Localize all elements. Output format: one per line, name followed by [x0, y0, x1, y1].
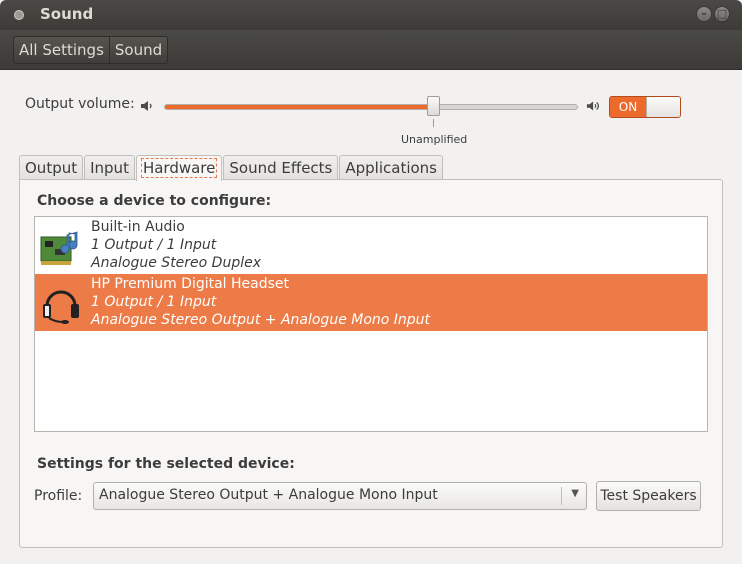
- tab-applications[interactable]: Applications: [339, 155, 444, 180]
- tab-bar: Output Input Hardware Sound Effects Appl…: [19, 155, 444, 181]
- tab-output[interactable]: Output: [19, 155, 84, 180]
- volume-low-icon: [141, 101, 152, 111]
- output-mute-switch[interactable]: ON: [609, 96, 681, 118]
- device-profile: Analogue Stereo Output + Analogue Mono I…: [91, 312, 431, 328]
- tab-hardware-label: Hardware: [140, 158, 218, 178]
- output-volume-slider[interactable]: [164, 104, 578, 110]
- profile-select-divider: [561, 487, 562, 505]
- output-volume-fill: [165, 105, 435, 109]
- output-volume-slider-handle[interactable]: [427, 96, 441, 116]
- device-io-count: 1 Output / 1 Input: [91, 237, 217, 253]
- sound-card-icon: [40, 231, 78, 265]
- device-settings-heading: Settings for the selected device:: [37, 456, 295, 472]
- switch-knob[interactable]: [646, 97, 680, 117]
- profile-label: Profile:: [34, 488, 83, 504]
- chevron-down-icon[interactable]: ▼: [571, 488, 579, 499]
- tab-sound-effects[interactable]: Sound Effects: [223, 155, 339, 180]
- breadcrumb: All Settings Sound: [13, 36, 169, 64]
- minimize-icon[interactable]: –: [696, 6, 712, 22]
- device-item-hp-headset[interactable]: HP Premium Digital Headset 1 Output / 1 …: [35, 274, 707, 331]
- unamplified-label: Unamplified: [401, 133, 468, 146]
- device-profile: Analogue Stereo Duplex: [91, 255, 262, 271]
- maximize-icon[interactable]: □: [714, 6, 730, 22]
- unamplified-tick: [433, 119, 434, 127]
- device-list[interactable]: Built-in Audio 1 Output / 1 Input Analog…: [34, 216, 708, 432]
- tab-hardware[interactable]: Hardware: [135, 155, 223, 181]
- choose-device-heading: Choose a device to configure:: [37, 193, 272, 209]
- device-name: HP Premium Digital Headset: [91, 276, 290, 292]
- profile-select-value: Analogue Stereo Output + Analogue Mono I…: [99, 487, 438, 503]
- output-volume-label: Output volume:: [25, 96, 135, 112]
- window-title: Sound: [40, 5, 94, 23]
- profile-select[interactable]: Analogue Stereo Output + Analogue Mono I…: [93, 482, 587, 510]
- breadcrumb-all-settings[interactable]: All Settings: [14, 37, 109, 63]
- device-name: Built-in Audio: [91, 219, 185, 235]
- volume-high-icon: [586, 101, 600, 111]
- device-item-built-in-audio[interactable]: Built-in Audio 1 Output / 1 Input Analog…: [35, 217, 707, 274]
- switch-on-label: ON: [610, 97, 646, 117]
- breadcrumb-sound[interactable]: Sound: [108, 37, 167, 63]
- test-speakers-button[interactable]: Test Speakers: [596, 481, 701, 511]
- tab-input[interactable]: Input: [84, 155, 135, 180]
- device-io-count: 1 Output / 1 Input: [91, 294, 217, 310]
- window-menu-icon[interactable]: [14, 10, 24, 20]
- toolbar: All Settings Sound: [0, 30, 742, 70]
- headset-icon: [43, 290, 79, 324]
- title-bar: Sound – □ ×: [0, 0, 742, 30]
